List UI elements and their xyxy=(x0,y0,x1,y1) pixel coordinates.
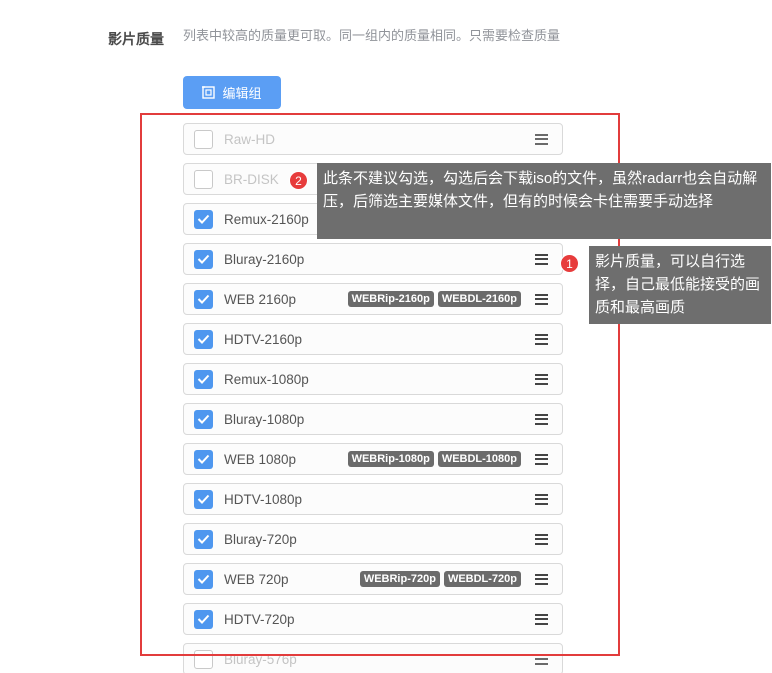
quality-tags: WEBRip-720p WEBDL-720p xyxy=(359,571,521,587)
quality-item[interactable]: Raw-HD xyxy=(183,123,563,155)
quality-tag: WEBDL-1080p xyxy=(437,451,521,467)
quality-name: Bluray-720p xyxy=(224,531,297,547)
quality-checkbox[interactable] xyxy=(194,409,213,429)
quality-tag: WEBDL-2160p xyxy=(437,291,521,307)
drag-handle-icon[interactable] xyxy=(535,293,548,305)
quality-checkbox[interactable] xyxy=(194,649,213,669)
quality-item[interactable]: Bluray-576p xyxy=(183,643,563,673)
quality-checkbox[interactable] xyxy=(194,569,213,589)
quality-profile-panel: 影片质量 列表中较高的质量更可取。同一组内的质量相同。只需要检查质量 编辑组 R… xyxy=(0,0,772,673)
annotation-badge-1: 1 xyxy=(560,254,579,273)
quality-item[interactable]: HDTV-2160p xyxy=(183,323,563,355)
drag-handle-icon[interactable] xyxy=(535,133,548,145)
quality-name: HDTV-720p xyxy=(224,611,295,627)
quality-item[interactable]: Remux-1080p xyxy=(183,363,563,395)
quality-checkbox[interactable] xyxy=(194,249,213,269)
drag-handle-icon[interactable] xyxy=(535,413,548,425)
quality-checkbox[interactable] xyxy=(194,289,213,309)
drag-handle-icon[interactable] xyxy=(535,453,548,465)
quality-checkbox[interactable] xyxy=(194,529,213,549)
quality-checkbox[interactable] xyxy=(194,329,213,349)
quality-name: Bluray-2160p xyxy=(224,251,305,267)
quality-item[interactable]: Bluray-2160p xyxy=(183,243,563,275)
annotation-note-1: 影片质量，可以自行选择，自己最低能接受的画质和最高画质 xyxy=(589,246,771,324)
quality-checkbox[interactable] xyxy=(194,169,213,189)
quality-name: Raw-HD xyxy=(224,131,276,147)
quality-item[interactable]: HDTV-720p xyxy=(183,603,563,635)
quality-checkbox[interactable] xyxy=(194,449,213,469)
edit-groups-label: 编辑组 xyxy=(222,86,262,101)
quality-item[interactable]: Bluray-720p xyxy=(183,523,563,555)
annotation-badge-2: 2 xyxy=(289,171,308,190)
quality-item[interactable]: WEB 2160p WEBRip-2160p WEBDL-2160p xyxy=(183,283,563,315)
quality-tags: WEBRip-2160p WEBDL-2160p xyxy=(347,291,521,307)
quality-name: HDTV-1080p xyxy=(224,491,303,507)
quality-item[interactable]: WEB 720p WEBRip-720p WEBDL-720p xyxy=(183,563,563,595)
quality-checkbox[interactable] xyxy=(194,369,213,389)
quality-name: WEB 720p xyxy=(224,571,289,587)
quality-help-text: 列表中较高的质量更可取。同一组内的质量相同。只需要检查质量 xyxy=(183,28,561,43)
drag-handle-icon[interactable] xyxy=(535,573,548,585)
quality-name: Bluray-576p xyxy=(224,651,297,667)
drag-handle-icon[interactable] xyxy=(535,533,548,545)
drag-handle-icon[interactable] xyxy=(535,373,548,385)
drag-handle-icon[interactable] xyxy=(535,493,548,505)
drag-handle-icon[interactable] xyxy=(535,613,548,625)
edit-group-icon xyxy=(202,86,216,99)
quality-name: HDTV-2160p xyxy=(224,331,303,347)
quality-name: WEB 2160p xyxy=(224,291,297,307)
drag-handle-icon[interactable] xyxy=(535,653,548,665)
quality-item[interactable]: WEB 1080p WEBRip-1080p WEBDL-1080p xyxy=(183,443,563,475)
quality-checkbox[interactable] xyxy=(194,609,213,629)
edit-groups-button[interactable]: 编辑组 xyxy=(183,76,281,109)
quality-checkbox[interactable] xyxy=(194,129,213,149)
quality-checkbox[interactable] xyxy=(194,489,213,509)
quality-item[interactable]: HDTV-1080p xyxy=(183,483,563,515)
quality-tag: WEBRip-1080p xyxy=(347,451,434,467)
quality-name: Remux-1080p xyxy=(224,371,309,387)
quality-tag: WEBRip-2160p xyxy=(347,291,434,307)
quality-item[interactable]: Bluray-1080p xyxy=(183,403,563,435)
quality-tag: WEBDL-720p xyxy=(443,571,521,587)
annotation-note-2: 此条不建议勾选，勾选后会下载iso的文件，虽然radarr也会自动解压，后筛选主… xyxy=(317,163,771,239)
quality-section-label: 影片质量 xyxy=(108,31,164,47)
quality-name: WEB 1080p xyxy=(224,451,297,467)
quality-name: Bluray-1080p xyxy=(224,411,305,427)
quality-tag: WEBRip-720p xyxy=(359,571,440,587)
drag-handle-icon[interactable] xyxy=(535,253,548,265)
drag-handle-icon[interactable] xyxy=(535,333,548,345)
quality-checkbox[interactable] xyxy=(194,209,213,229)
quality-tags: WEBRip-1080p WEBDL-1080p xyxy=(347,451,521,467)
